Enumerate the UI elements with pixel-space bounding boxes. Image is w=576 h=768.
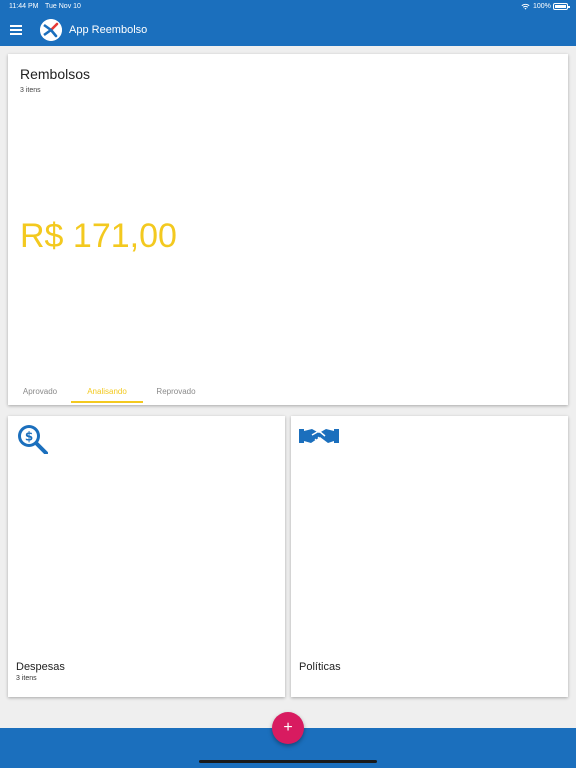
expenses-card[interactable]: $ Despesas 3 itens (8, 416, 285, 697)
tab-analisando[interactable]: Analisando (71, 387, 143, 396)
status-bar: 11:44 PM Tue Nov 10 100% (0, 0, 576, 14)
active-tab-indicator (71, 401, 143, 403)
home-indicator (199, 760, 377, 763)
add-button[interactable]: + (272, 712, 304, 744)
reimbursements-amount: R$ 171,00 (20, 217, 177, 255)
expenses-label: Despesas (16, 661, 65, 673)
battery-icon (553, 3, 570, 10)
tab-aprovado[interactable]: Aprovado (21, 387, 59, 396)
policies-card[interactable]: Políticas (291, 416, 568, 697)
expenses-count: 3 itens (16, 675, 37, 682)
handshake-icon (299, 429, 339, 443)
policies-label: Políticas (299, 661, 341, 673)
status-date: Tue Nov 10 (45, 3, 81, 10)
reimbursements-count: 3 itens (20, 87, 41, 94)
reimbursements-card: Rembolsos 3 itens R$ 171,00 Aprovado Ana… (8, 54, 568, 405)
wifi-icon (521, 3, 530, 10)
app-title: App Reembolso (69, 24, 148, 36)
svg-text:$: $ (25, 430, 33, 444)
app-logo-icon (40, 19, 62, 41)
status-tabs: Aprovado Analisando Reprovado (8, 381, 228, 405)
status-time: 11:44 PM (9, 3, 39, 10)
menu-icon[interactable] (10, 25, 22, 35)
battery-percentage: 100% (533, 3, 551, 10)
money-search-icon: $ (18, 425, 48, 454)
reimbursements-title: Rembolsos (20, 66, 91, 82)
tab-reprovado[interactable]: Reprovado (154, 387, 198, 396)
app-header: 11:44 PM Tue Nov 10 100% App Reembolso (0, 0, 576, 46)
